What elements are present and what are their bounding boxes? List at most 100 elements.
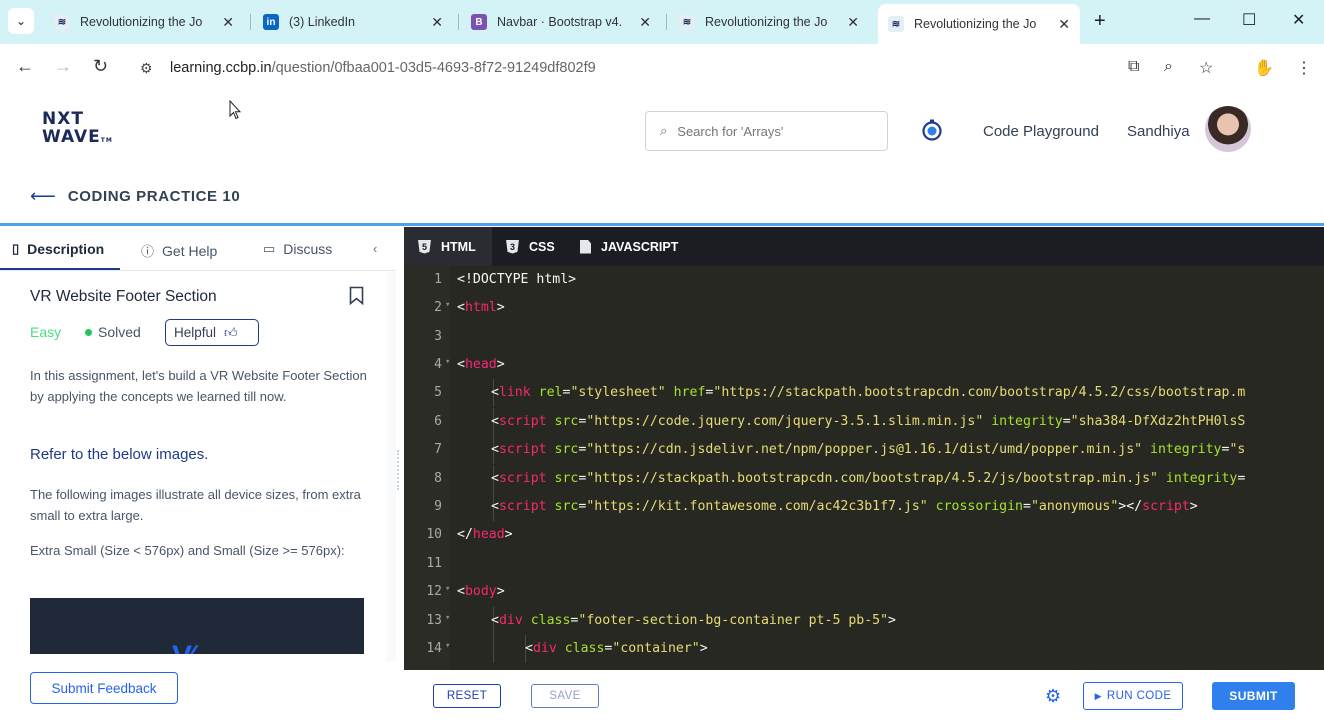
extension-icon[interactable]: ✋: [1254, 58, 1274, 78]
tab-description[interactable]: ▯ Description: [12, 241, 104, 257]
minimize-icon[interactable]: —: [1194, 10, 1210, 28]
zoom-icon[interactable]: ⌕: [1164, 58, 1173, 76]
code-playground-link[interactable]: Code Playground: [983, 123, 1099, 140]
stopwatch-icon[interactable]: [920, 118, 944, 142]
code-attr: href: [665, 385, 706, 400]
left-panel-scrollbar[interactable]: [386, 272, 396, 662]
fold-arrow-icon[interactable]: ▾: [445, 300, 450, 310]
code-tag: head: [464, 357, 497, 372]
code-tag: script: [498, 414, 547, 429]
line-number: 2: [434, 300, 442, 315]
tab-discuss[interactable]: ▭ Discuss: [263, 241, 332, 257]
fold-arrow-icon[interactable]: ▾: [445, 584, 450, 594]
save-button[interactable]: SAVE: [531, 684, 599, 708]
code-text: <link rel="stylesheet" href="https://sta…: [491, 385, 1245, 400]
tab-label: JAVASCRIPT: [601, 239, 679, 254]
code-text: <head>: [457, 357, 505, 372]
code-attr: rel: [530, 385, 563, 400]
avatar[interactable]: [1205, 106, 1251, 152]
url-field[interactable]: learning.ccbp.in/question/0fbaa001-03d5-…: [170, 60, 596, 76]
code-punct: =: [1062, 414, 1071, 429]
fold-arrow-icon[interactable]: ▾: [445, 613, 450, 623]
tab-html[interactable]: 5 HTML: [404, 227, 492, 266]
code-line: 6 <script src = "https://code.jquery.com/j…: [404, 408, 1324, 436]
code-line: 4 ▾ <head>: [404, 351, 1324, 379]
code-string: "footer-section-bg-container pt-5 pb-5": [578, 613, 889, 628]
tab-label: Discuss: [283, 241, 333, 257]
browser-tab[interactable]: ≋ Revolutionizing the Jo ✕: [44, 6, 244, 38]
line-number: 11: [426, 556, 442, 571]
bookmark-icon[interactable]: [349, 286, 364, 305]
search-input[interactable]: [677, 123, 868, 139]
tab-get-help[interactable]: ⓘ Get Help: [141, 241, 217, 260]
forward-arrow-icon[interactable]: →: [54, 56, 72, 77]
code-string: "sha384-DfXdz2htPH0lsS: [1070, 414, 1246, 429]
code-punct: >: [496, 300, 505, 315]
close-tab-icon[interactable]: ✕: [222, 14, 234, 31]
close-tab-icon[interactable]: ✕: [639, 14, 651, 31]
gear-icon[interactable]: ⚙: [1045, 686, 1061, 707]
tab-separator: [250, 14, 251, 30]
close-tab-icon[interactable]: ✕: [431, 14, 443, 31]
line-number: 8: [434, 471, 442, 486]
code-line: 3: [404, 323, 1324, 351]
code-tag: script: [1142, 499, 1190, 514]
run-code-button[interactable]: ▶ RUN CODE: [1083, 682, 1183, 710]
close-tab-icon[interactable]: ✕: [1058, 16, 1070, 33]
editor-tabs: 5 HTML 3 CSS JAVASCRIPT: [404, 227, 1324, 266]
code-tag: body: [464, 584, 497, 599]
back-arrow-icon[interactable]: ←: [16, 56, 34, 77]
code-string: "anonymous": [1030, 499, 1119, 514]
run-label: RUN CODE: [1106, 690, 1172, 702]
submit-feedback-button[interactable]: Submit Feedback: [30, 672, 178, 704]
code-text: </head>: [457, 527, 513, 542]
tab-css[interactable]: 3 CSS: [492, 227, 569, 266]
code-line: 9 <script src="https://kit.fontawesome.c…: [404, 493, 1324, 521]
fold-arrow-icon[interactable]: ▾: [445, 357, 450, 367]
section-heading: Refer to the below images.: [30, 446, 209, 463]
maximize-icon[interactable]: ☐: [1242, 10, 1256, 30]
code-text: <script src = "https://stackpath.bootstrap…: [491, 471, 1245, 486]
chat-icon: ▭: [263, 241, 276, 256]
browser-menu-icon[interactable]: ⋮: [1296, 58, 1312, 78]
code-punct: >: [1189, 499, 1198, 514]
back-arrow-icon[interactable]: ⟵: [30, 186, 56, 207]
bookmark-star-icon[interactable]: ☆: [1199, 58, 1213, 78]
code-string: "https://stackpath.bootstrapcdn.com/boot…: [586, 471, 1158, 486]
code-punct: <: [491, 499, 499, 514]
collapse-panel-chevron-icon[interactable]: ‹: [373, 241, 377, 256]
helpful-button[interactable]: Helpful 👍︎: [165, 319, 259, 346]
code-punct: >: [496, 584, 505, 599]
code-text: <div class="container">: [525, 641, 708, 656]
username[interactable]: Sandhiya: [1127, 123, 1190, 140]
nxtwave-logo[interactable]: NXT WAVETM: [42, 110, 113, 150]
address-bar-row: ← → ↻ ⚙ learning.ccbp.in/question/0fbaa0…: [0, 44, 1324, 92]
site-info-icon[interactable]: ⚙: [140, 60, 153, 77]
browser-tab[interactable]: ≋ Revolutionizing the Jo ✕: [669, 6, 869, 38]
code-editor[interactable]: 1 <!DOCTYPE html> 2 ▾ <html> 3 4 ▾ <head…: [404, 266, 1324, 670]
close-window-icon[interactable]: ✕: [1292, 10, 1305, 30]
code-attr: class: [556, 641, 605, 656]
install-app-icon[interactable]: ⧉: [1128, 58, 1139, 76]
browser-tab-active[interactable]: ≋ Revolutionizing the Jo ✕: [878, 4, 1080, 44]
tab-javascript[interactable]: JAVASCRIPT: [566, 227, 692, 266]
panel-resize-handle[interactable]: [397, 450, 401, 490]
code-punct: <: [457, 584, 465, 599]
browser-tab[interactable]: in (3) LinkedIn ✕: [253, 6, 453, 38]
browser-tab[interactable]: B Navbar · Bootstrap v4. ✕: [461, 6, 661, 38]
reload-icon[interactable]: ↻: [93, 56, 108, 77]
editor-action-bar: RESET SAVE ⚙ ▶ RUN CODE SUBMIT: [404, 670, 1324, 720]
search-box[interactable]: ⌕: [645, 111, 888, 151]
tab-label: Description: [27, 241, 105, 257]
new-tab-plus-icon[interactable]: +: [1094, 10, 1106, 33]
tab-search-chevron-icon[interactable]: ⌄: [8, 8, 34, 34]
close-tab-icon[interactable]: ✕: [847, 14, 859, 31]
browser-tab-strip: ⌄ ≋ Revolutionizing the Jo ✕ in (3) Link…: [0, 0, 1324, 44]
submit-button[interactable]: SUBMIT: [1212, 682, 1295, 710]
code-punct: <: [491, 471, 499, 486]
code-line: 8 <script src = "https://stackpath.bootstr…: [404, 465, 1324, 493]
vr-logo-mark: V∕: [172, 640, 193, 654]
reset-button[interactable]: RESET: [433, 684, 501, 708]
fold-arrow-icon[interactable]: ▾: [445, 641, 450, 651]
code-string: "https://kit.fontawesome.com/ac42c3b1f7.…: [586, 499, 928, 514]
